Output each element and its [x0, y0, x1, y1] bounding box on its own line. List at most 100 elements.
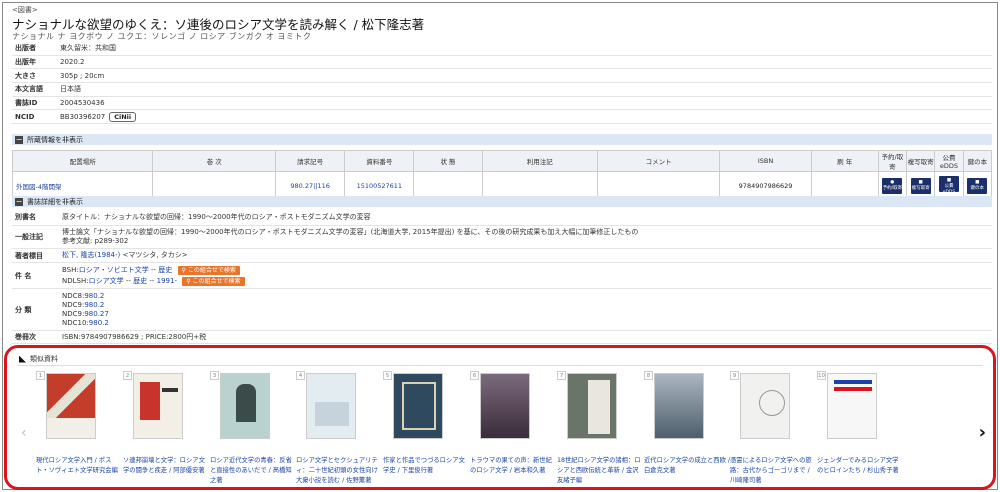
author-reading: <マツシタ, タカシ>: [120, 251, 188, 259]
similar-item-title-link[interactable]: ソ連邦崩壊と文学：ロシア文学の闘争と疾走 / 阿部優安著: [123, 456, 209, 476]
reserve-icon: ●: [890, 179, 895, 185]
combo-search-button-1[interactable]: ⚲ この組合せで検索: [177, 265, 240, 275]
bibliography-toggle-label[interactable]: 書誌詳細を非表示: [27, 197, 83, 207]
book-cover[interactable]: [567, 373, 617, 439]
author-link[interactable]: 松下, 隆志(1984-): [62, 251, 120, 259]
item-number: 6: [470, 371, 479, 380]
subject-2-link-b[interactable]: 歴史: [133, 277, 147, 285]
general-note-line-1: 博士論文「ナショナルな欲望の回帰：1990～2000年代のロシア・ポストモダニズ…: [62, 228, 639, 236]
divider: [17, 365, 983, 366]
col-header: 請求記号: [275, 150, 346, 172]
book-cover[interactable]: [306, 373, 356, 439]
meta-key: 大きさ: [15, 71, 36, 80]
book-cover[interactable]: [46, 373, 96, 439]
subject-row: 件 名 BSH:ロシア・ソビエト文学 -- 歴史 ⚲ この組合せで検索 NDLS…: [12, 263, 992, 289]
class-scheme: NDC10:: [62, 318, 89, 327]
item-number-link[interactable]: 15100527611: [357, 182, 403, 190]
subject-1-link-b[interactable]: 歴史: [158, 266, 172, 274]
col-header: 鍵の本: [962, 150, 993, 172]
meta-row-bibid: 書誌ID 2004530436: [12, 97, 992, 111]
item-number: 5: [383, 371, 392, 380]
bibliography-section-header[interactable]: − 書誌詳細を非表示: [12, 196, 992, 207]
author-row: 著者標目 松下, 隆志(1984-) <マツシタ, タカシ>: [12, 249, 992, 263]
subject-2-link-c[interactable]: 1991-: [157, 277, 177, 285]
similar-item-title-link[interactable]: トラウマの果ての声：新世紀のロシア文学 / 岩本和久著: [470, 456, 556, 476]
subject-2-link-a[interactable]: ロシア文学: [89, 277, 124, 285]
combo-search-button-2[interactable]: ⚲ この組合せで検索: [182, 276, 245, 286]
meta-row-year: 出版年 2020.2: [12, 56, 992, 70]
general-note-key: 一般注記: [15, 233, 43, 241]
subject-separator: --: [147, 276, 157, 285]
class-scheme: NDC9:: [62, 309, 85, 318]
book-cover[interactable]: [740, 373, 790, 439]
class-link[interactable]: 980.27: [84, 310, 109, 318]
similar-item-title-link[interactable]: 18世紀ロシア文学の諸相：ロシアと西欧伝統と革新 / 金沢友緒子編: [557, 456, 643, 486]
book-cover[interactable]: [827, 373, 877, 439]
holdings-toggle-label[interactable]: 所蔵情報を非表示: [27, 135, 83, 145]
meta-row-publisher: 出版者 東久留米：共和国: [12, 42, 992, 56]
class-scheme: NDC9:: [62, 300, 85, 309]
class-link[interactable]: 980.2: [84, 301, 104, 309]
meta-value: 2004530436: [60, 99, 105, 108]
book-icon: ■: [975, 179, 980, 185]
call-number-link[interactable]: 980.27||116: [290, 182, 330, 190]
meta-value: 2020.2: [60, 58, 85, 67]
reserve-button[interactable]: ● 予約/取寄: [882, 177, 903, 194]
metadata-table: 出版者 東久留米：共和国 出版年 2020.2 大きさ 305p ; 20cm …: [12, 42, 992, 125]
class-link[interactable]: 980.2: [84, 292, 104, 300]
col-header: 予約/取寄: [877, 150, 908, 172]
meta-value: 日本語: [60, 85, 81, 94]
copy-request-button[interactable]: ■ 複写取寄: [910, 177, 931, 194]
col-header: 巻 次: [152, 150, 277, 172]
collapse-icon[interactable]: −: [15, 135, 23, 144]
item-number: 3: [210, 371, 219, 380]
alt-title-value: 原タイトル：ナショナルな欲望の回帰：1990～2000年代のロシア・ポストモダニ…: [62, 212, 371, 221]
similar-item-title-link[interactable]: ジェンダーでみるロシア文学のヒロインたち / 杉山秀子著: [817, 456, 903, 476]
corner-arrow-icon: [19, 355, 26, 363]
book-cover[interactable]: [393, 373, 443, 439]
classification-key: 分 類: [15, 305, 32, 314]
col-header: 配置場所: [11, 150, 154, 172]
book-cover[interactable]: [480, 373, 530, 439]
book-cover[interactable]: [133, 373, 183, 439]
similar-item-title-link[interactable]: 近代ロシア文学の成立と西欧 / 白倉克文著: [644, 456, 730, 476]
class-link[interactable]: 980.2: [89, 319, 109, 327]
edds-button[interactable]: ■ 公費eDDS: [938, 176, 959, 195]
item-number: 1: [36, 371, 45, 380]
cinii-link-button[interactable]: CiNii: [109, 111, 137, 122]
similar-item-title-link[interactable]: ロシア文学とセクシュアリティ：二十世紀初頭の女性向け大衆小説を読む / 佐野薫著: [296, 456, 382, 486]
meta-row-size: 大きさ 305p ; 20cm: [12, 69, 992, 84]
author-key: 著者標目: [15, 251, 43, 260]
book-cover[interactable]: [220, 373, 270, 439]
item-number: 2: [123, 371, 132, 380]
alt-title-row: 別書名 原タイトル：ナショナルな欲望の回帰：1990～2000年代のロシア・ポス…: [12, 209, 992, 226]
location-link[interactable]: 外国図-4階開架: [16, 183, 61, 191]
similar-item-title-link[interactable]: 憑霊によるロシア文学への旅路：古代からゴーゴリまで / 川崎隆司著: [730, 456, 816, 486]
carousel-prev-icon[interactable]: ‹: [21, 425, 27, 441]
col-header: 刷 年: [810, 150, 879, 172]
copy-icon: ■: [918, 179, 923, 185]
meta-key: 出版者: [15, 44, 36, 53]
col-header: 公費eDDS: [934, 150, 964, 172]
col-header: 利用注記: [481, 150, 598, 172]
subject-1-link-a[interactable]: ロシア・ソビエト文学: [79, 266, 149, 274]
meta-value: 305p ; 20cm: [60, 71, 105, 80]
holdings-header-row: 配置場所 巻 次 請求記号 資料番号 状 態 利用注記 コメント ISBN 刷 …: [11, 150, 993, 172]
similar-item-title-link[interactable]: 作家と作品でつづるロシア文学史 / 下里俊行著: [383, 456, 469, 476]
item-number: 10: [817, 371, 826, 380]
similar-item-title-link[interactable]: 現代ロシア文学入門 / ポスト・ソヴィエト文学研究会編: [36, 456, 122, 476]
similar-item-title-link[interactable]: ロシア近代文学の青春：反省と直接性のあいだで / 髙橋知之著: [210, 456, 296, 486]
key-book-button[interactable]: ■ 鍵の本: [967, 177, 988, 194]
holdings-section-header[interactable]: − 所蔵情報を非表示: [12, 134, 992, 145]
alt-title-key: 別書名: [15, 213, 36, 221]
item-number: 8: [644, 371, 653, 380]
book-cover[interactable]: [654, 373, 704, 439]
item-number: 9: [730, 371, 739, 380]
subject-1-prefix: BSH:: [62, 265, 79, 274]
collapse-icon[interactable]: −: [15, 197, 23, 206]
item-number: 7: [557, 371, 566, 380]
meta-key: NCID: [15, 112, 35, 121]
meta-key: 書誌ID: [15, 99, 38, 108]
meta-key: 本文言語: [15, 85, 43, 94]
carousel-next-icon[interactable]: ›: [979, 422, 986, 443]
